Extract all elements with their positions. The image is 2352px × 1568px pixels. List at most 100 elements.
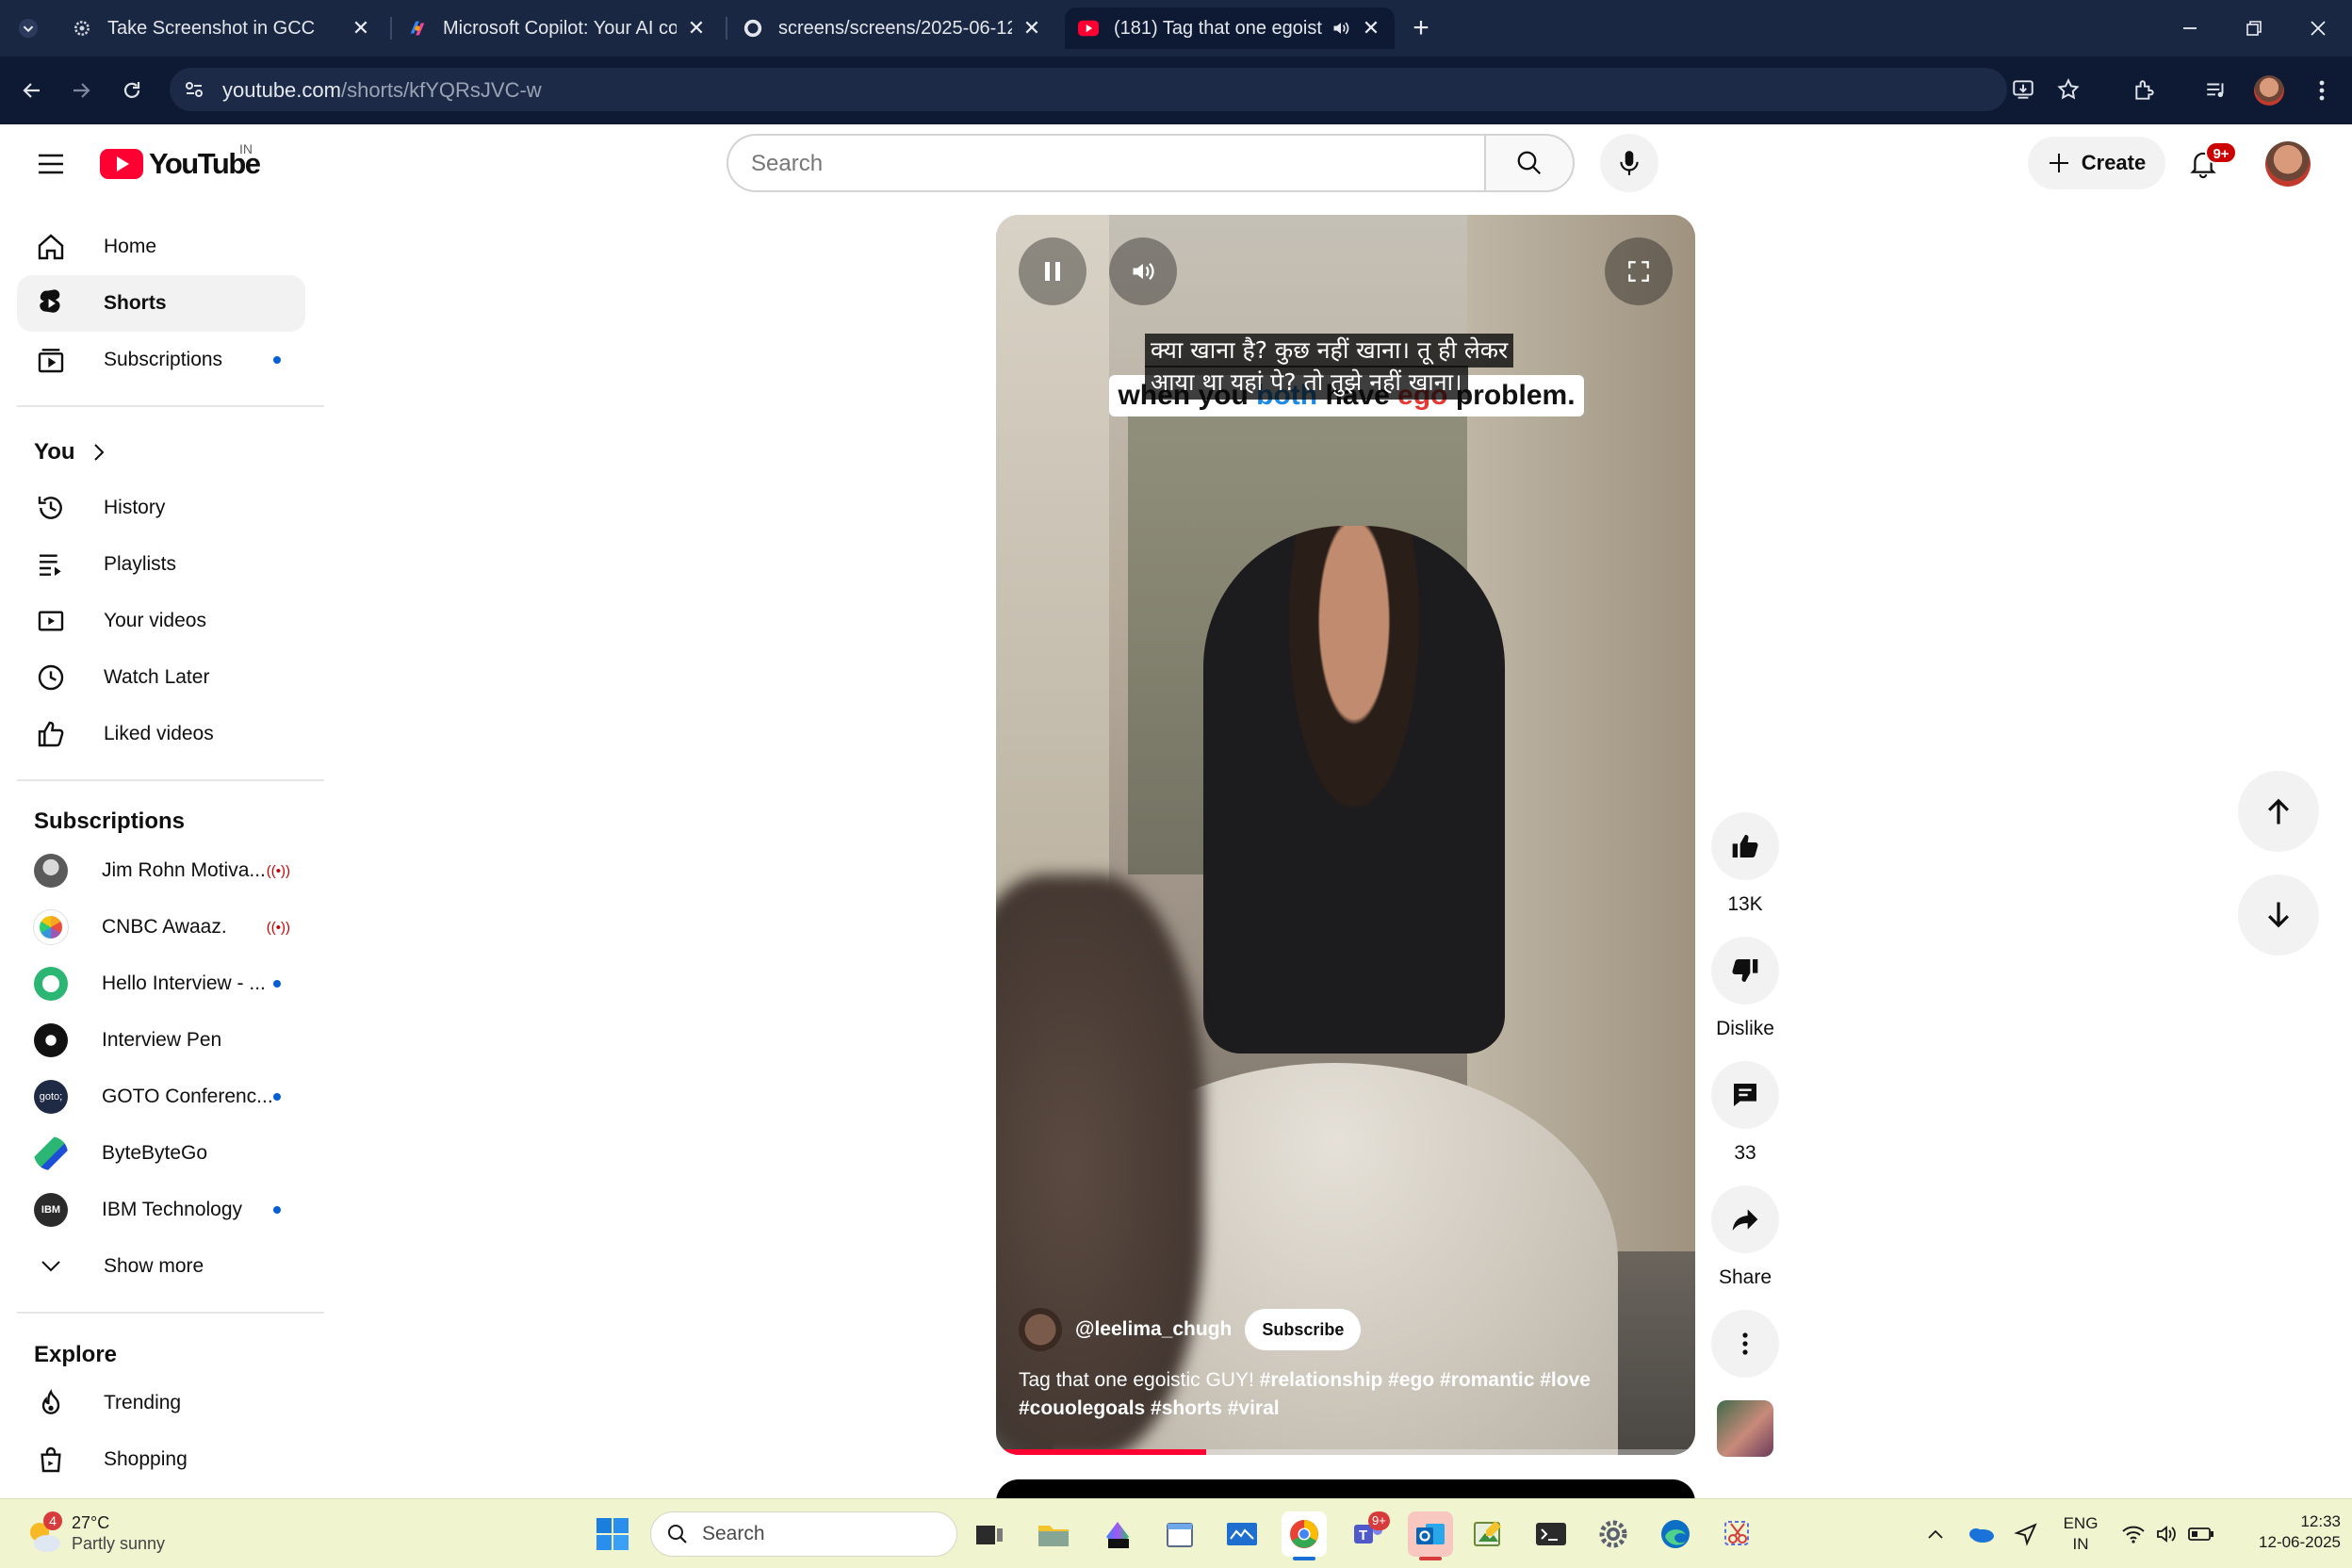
address-bar[interactable]: youtube.com/shorts/kfYQRsJVC-w [170, 68, 2080, 111]
new-tab-icon[interactable]: + [1398, 6, 1444, 51]
pause-button[interactable] [1019, 237, 1086, 305]
create-button[interactable]: Create [2028, 137, 2165, 189]
channel-name[interactable]: @leelima_chugh [1075, 1318, 1232, 1341]
previous-short-button[interactable] [2238, 771, 2319, 852]
whiteboard-icon[interactable] [1219, 1511, 1265, 1557]
home-icon [32, 228, 70, 266]
next-short-button[interactable] [2238, 874, 2319, 956]
reload-icon[interactable] [109, 68, 155, 113]
close-icon[interactable]: ✕ [686, 16, 707, 41]
subscription-interview-pen[interactable]: Interview Pen [17, 1012, 305, 1069]
volume-button[interactable] [1109, 237, 1177, 305]
video-progress-bar[interactable] [996, 1449, 1695, 1455]
weather-widget[interactable]: 4 27°C Partly sunny [24, 1511, 213, 1557]
file-explorer-icon[interactable] [1031, 1511, 1076, 1557]
sidebar-item-shopping[interactable]: Shopping [17, 1431, 305, 1488]
tab-copilot[interactable]: Microsoft Copilot: Your AI comp ✕ [394, 8, 720, 49]
show-more-button[interactable]: Show more [17, 1238, 305, 1295]
comments-action[interactable]: 33 [1711, 1061, 1779, 1165]
share-icon [1730, 1204, 1760, 1234]
channel-avatar[interactable] [1019, 1308, 1062, 1351]
sidebar-item-trending[interactable]: Trending [17, 1375, 305, 1431]
subscription-bytebytego[interactable]: ByteByteGo [17, 1125, 305, 1182]
forward-icon[interactable] [58, 68, 104, 113]
fullscreen-button[interactable] [1605, 237, 1673, 305]
sidebar-item-history[interactable]: History [17, 480, 305, 536]
youtube-logo-icon [100, 149, 143, 179]
task-view-icon[interactable] [967, 1511, 1012, 1557]
sidebar-item-home[interactable]: Home [17, 219, 305, 275]
comment-icon [1730, 1080, 1760, 1110]
sidebar-item-your-videos[interactable]: Your videos [17, 593, 305, 649]
tab-github[interactable]: screens/screens/2025-06-12_09 ✕ [729, 8, 1055, 49]
tab-youtube[interactable]: (181) Tag that one egoistic ( ✕ [1065, 8, 1395, 49]
minimize-icon[interactable] [2162, 8, 2218, 49]
subscription-hello-interview[interactable]: Hello Interview - ... [17, 956, 305, 1012]
dislike-action[interactable]: Dislike [1711, 937, 1779, 1040]
notepad-icon[interactable] [1157, 1511, 1202, 1557]
input-language[interactable]: ENG IN [2060, 1513, 2101, 1555]
sidebar-item-playlists[interactable]: Playlists [17, 536, 305, 593]
hamburger-menu-icon[interactable] [26, 139, 75, 188]
tab-search-icon[interactable] [6, 6, 51, 51]
subscription-jim-rohn[interactable]: Jim Rohn Motiva... ((•)) [17, 842, 305, 899]
shorts-video-player[interactable]: when you both have ego problem. क्या खान… [996, 215, 1695, 1455]
back-icon[interactable] [9, 68, 55, 113]
account-avatar[interactable] [2265, 141, 2311, 187]
like-action[interactable]: 13K [1711, 812, 1779, 916]
terminal-icon[interactable] [1528, 1511, 1574, 1557]
taskbar-search[interactable]: Search [650, 1511, 957, 1557]
voice-search-button[interactable] [1600, 134, 1658, 192]
window-close-icon[interactable] [2290, 8, 2346, 49]
battery-icon[interactable] [2179, 1511, 2224, 1557]
subscribe-button[interactable]: Subscribe [1245, 1309, 1362, 1350]
browser-menu-icon[interactable] [2299, 68, 2344, 113]
dislike-button[interactable] [1711, 937, 1779, 1004]
clock-date: 12-06-2025 [2259, 1533, 2341, 1551]
sidebar-item-shorts[interactable]: Shorts [17, 275, 305, 332]
subscription-cnbc-awaaz[interactable]: CNBC Awaaz. ((•)) [17, 899, 305, 956]
comments-button[interactable] [1711, 1061, 1779, 1129]
location-icon[interactable] [2003, 1511, 2049, 1557]
audio-playing-icon[interactable] [1331, 19, 1351, 38]
close-icon[interactable]: ✕ [1021, 16, 1042, 41]
profile-avatar[interactable] [2254, 75, 2284, 106]
search-input[interactable]: Search [727, 134, 1484, 192]
youtube-logo[interactable]: YouTube [100, 145, 261, 183]
chevron-up-icon[interactable] [1913, 1511, 1958, 1557]
tab-screenshot[interactable]: Take Screenshot in GCC ✕ [58, 8, 384, 49]
clock[interactable]: 12:33 12-06-2025 [2228, 1511, 2341, 1553]
image-editor-icon[interactable] [1466, 1511, 1511, 1557]
subscription-ibm-technology[interactable]: IBM IBM Technology [17, 1182, 305, 1238]
chrome-icon[interactable] [1282, 1511, 1327, 1557]
sidebar-you-header[interactable]: You [17, 424, 305, 481]
search-button[interactable] [1484, 134, 1575, 192]
outlook-icon[interactable] [1408, 1511, 1453, 1557]
sidebar-item-liked-videos[interactable]: Liked videos [17, 706, 305, 762]
video-description[interactable]: Tag that one egoistic GUY! #relationship… [1019, 1366, 1641, 1423]
media-controls-icon[interactable] [2194, 68, 2239, 113]
close-icon[interactable]: ✕ [1361, 16, 1381, 41]
snipping-tool-icon[interactable] [1715, 1511, 1760, 1557]
onedrive-icon[interactable] [1958, 1511, 2003, 1557]
install-app-icon[interactable] [2011, 77, 2035, 102]
restore-icon[interactable] [2226, 8, 2282, 49]
sound-remix-thumbnail[interactable] [1717, 1400, 1773, 1457]
like-button[interactable] [1711, 812, 1779, 880]
share-button[interactable] [1711, 1185, 1779, 1253]
sidebar-item-watch-later[interactable]: Watch Later [17, 649, 305, 706]
close-icon[interactable]: ✕ [351, 16, 371, 41]
microsoft-365-icon[interactable] [1095, 1511, 1140, 1557]
windows-start-icon[interactable] [590, 1511, 635, 1557]
more-options-button[interactable] [1711, 1310, 1779, 1378]
settings-gear-icon[interactable] [1591, 1511, 1636, 1557]
trending-icon [32, 1384, 70, 1422]
share-action[interactable]: Share [1711, 1185, 1779, 1289]
bookmark-star-icon[interactable] [2056, 77, 2081, 102]
edge-icon[interactable] [1653, 1511, 1698, 1557]
sidebar-item-subscriptions[interactable]: Subscriptions [17, 332, 305, 388]
subscription-goto-conferences[interactable]: goto; GOTO Conferenc... [17, 1069, 305, 1125]
more-actions[interactable] [1711, 1310, 1779, 1378]
site-info-icon[interactable] [183, 78, 205, 101]
extensions-icon[interactable] [2122, 68, 2167, 113]
